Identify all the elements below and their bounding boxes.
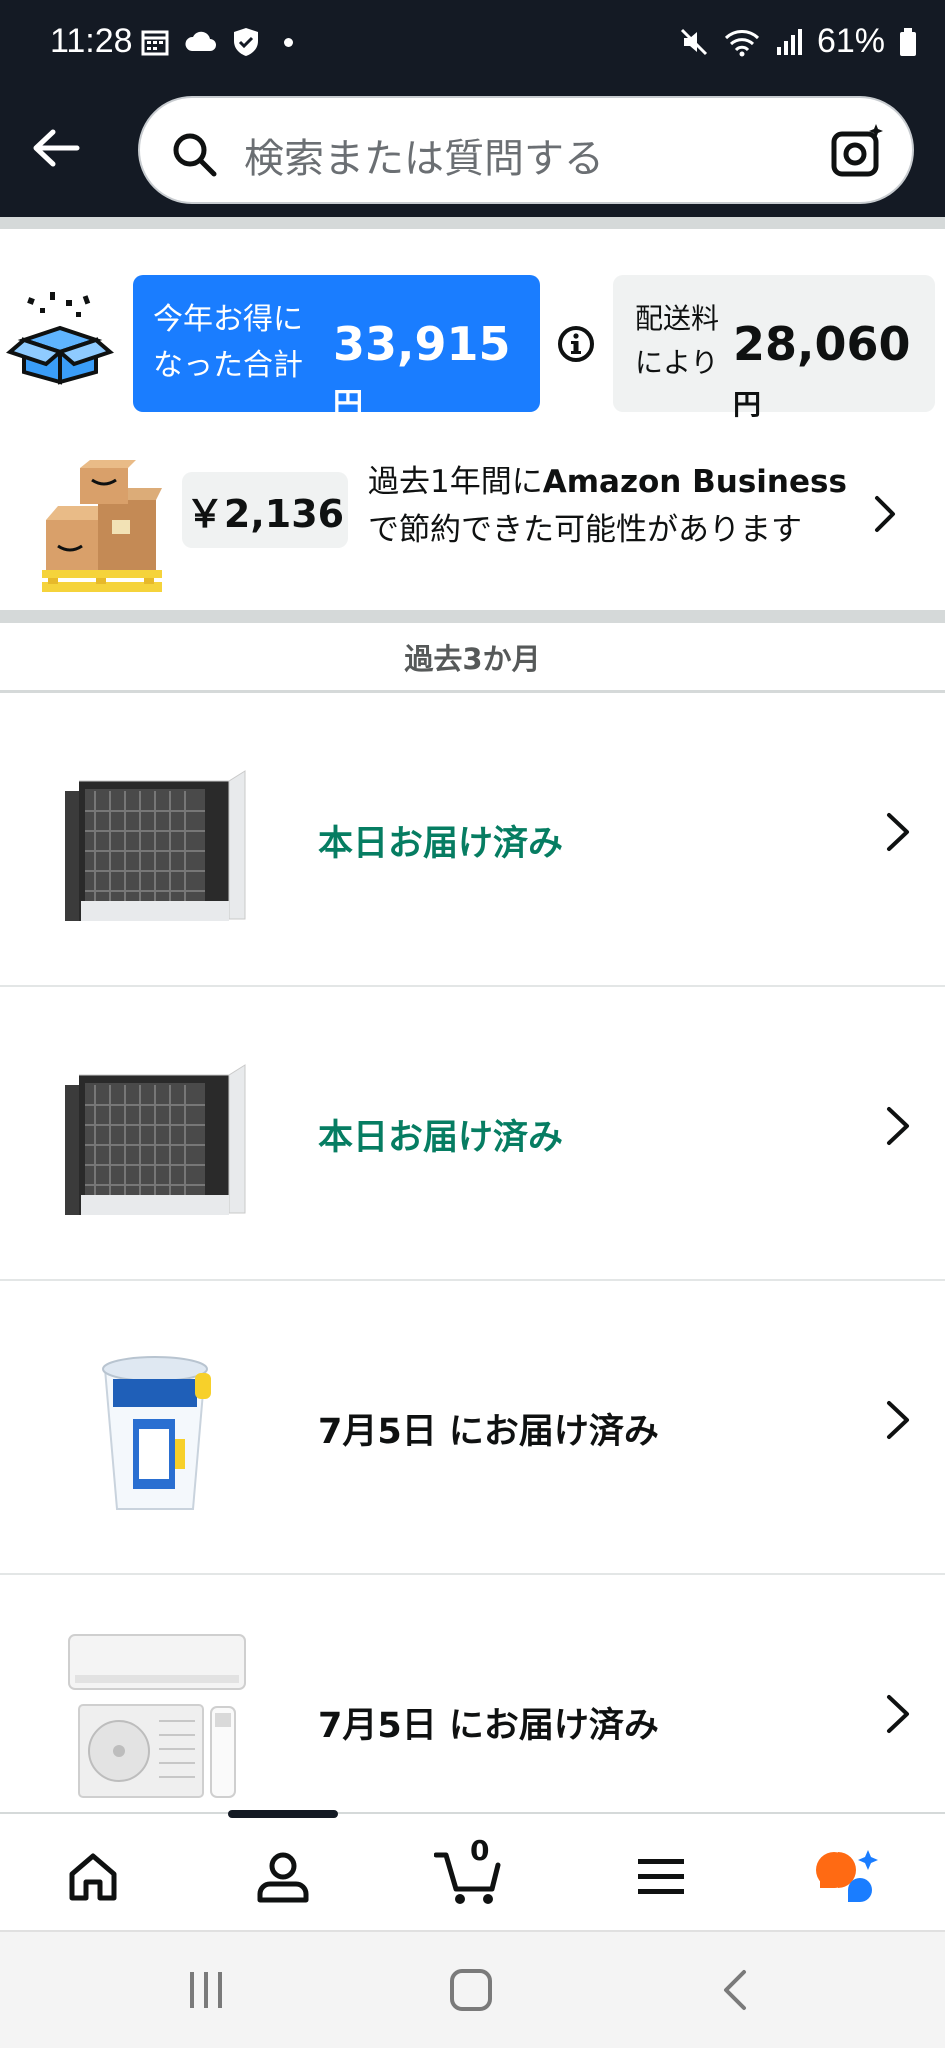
order-status: 7月5日 にお届け済み [318,1412,659,1452]
back-arrow-icon [33,129,80,167]
battery-icon [900,27,916,56]
search-header: 検索または質問する [0,90,945,217]
calendar-icon [141,30,169,56]
nav-assistant[interactable] [814,1842,884,1912]
bottom-navigation: 0 [0,1810,945,1930]
order-status: 本日お届け済み [318,1118,564,1158]
back-button[interactable] [28,120,84,176]
nav-cart[interactable]: 0 [434,1834,504,1912]
product-image-air-conditioner-cover [65,1064,246,1215]
status-time: 11:28 [50,22,133,60]
status-bar: 11:28 61% [0,0,945,90]
signal-icon [776,28,802,55]
recent-apps-icon[interactable] [186,1968,226,2012]
yearly-savings-label: 今年お得に なった合計 [153,302,303,383]
yearly-savings-card[interactable]: 今年お得に なった合計 33,915円 [133,275,540,422]
order-row[interactable]: 本日お届け済み [0,693,945,987]
status-right-icons: 61% [679,22,917,61]
chevron-right-icon [887,813,909,851]
product-image-air-conditioner-cover [65,770,246,921]
camera-search-icon[interactable] [830,122,886,178]
notification-dot-icon [284,37,293,47]
order-status: 本日お届け済み [318,824,564,864]
search-input[interactable]: 検索または質問する [138,96,914,204]
order-row[interactable]: 7月5日 にお届け済み [0,1575,945,1812]
gift-box-icon [6,292,114,385]
system-navigation [0,1930,945,2048]
savings-summary: 今年お得に なった合計 33,915円 配送料 により 28,060円 [0,228,945,428]
chevron-right-icon [875,496,895,532]
business-savings-amount: ￥2,136 [182,472,348,548]
shipping-savings-card[interactable]: 配送料 により 28,060円 [613,275,935,421]
cloud-icon [185,31,216,51]
boxes-pallet-icon [42,460,162,592]
yearly-savings-amount: 33,915円 [333,317,511,422]
chevron-right-icon [887,1107,909,1145]
business-savings-text: 過去1年間にAmazon Business で節約できた可能性があります [368,464,847,548]
back-button-icon[interactable] [720,1968,750,2012]
menu-icon [638,1859,684,1894]
product-image-air-conditioner-set [68,1634,246,1798]
battery-percent: 61% [816,22,885,60]
nav-account[interactable] [248,1842,318,1912]
order-row[interactable]: 7月5日 にお届け済み [0,1281,945,1575]
order-status: 7月5日 にお届け済み [318,1706,659,1746]
wifi-icon [724,29,759,56]
search-placeholder: 検索または質問する [244,136,604,182]
assistant-icon [816,1850,878,1902]
account-icon [257,1852,309,1903]
mute-icon [680,28,707,55]
search-icon [173,133,217,177]
home-icon [69,1853,117,1901]
nav-home[interactable] [58,1842,128,1912]
chevron-right-icon [887,1695,909,1733]
info-icon[interactable] [556,324,596,364]
product-image-ice-cup [102,1356,211,1510]
home-button-icon[interactable] [449,1968,493,2012]
shipping-savings-label: 配送料 により [635,302,720,379]
order-row[interactable]: 本日お届け済み [0,987,945,1281]
amazon-business-banner[interactable]: ￥2,136 過去1年間にAmazon Business で節約できた可能性があ… [0,430,945,610]
cart-count: 0 [470,1834,490,1867]
chevron-right-icon [887,1401,909,1439]
nav-menu[interactable] [626,1842,696,1912]
section-divider [0,610,945,623]
shield-icon [234,28,258,56]
cart-icon [434,1852,501,1904]
active-tab-indicator [228,1810,338,1818]
section-title: 過去3か月 [0,623,945,693]
status-left-icons [140,26,293,58]
shipping-savings-amount: 28,060円 [733,317,911,421]
